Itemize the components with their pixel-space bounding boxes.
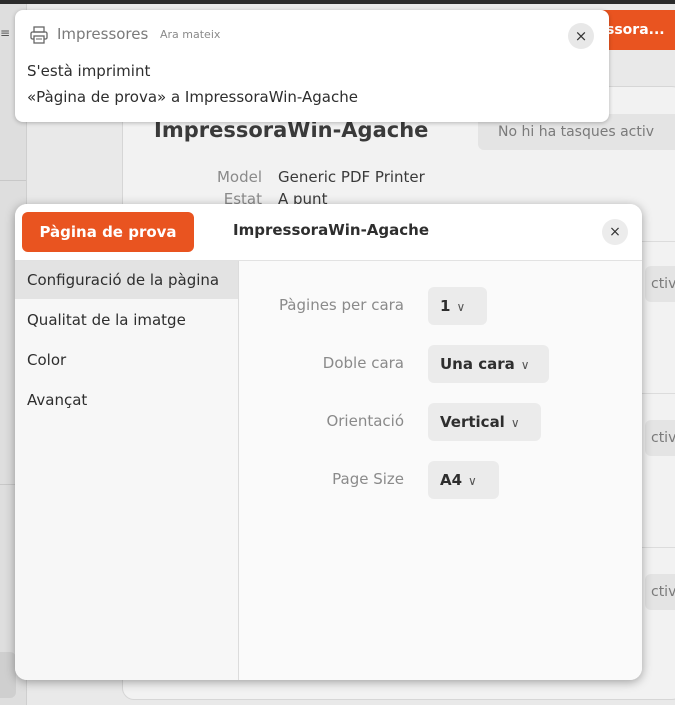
- pages-per-side-label: Pàgines per cara: [278, 296, 404, 314]
- page-size-label: Page Size: [332, 470, 404, 488]
- page-size-dropdown[interactable]: A4 ∨: [428, 461, 499, 499]
- divider: [0, 180, 26, 181]
- chevron-down-icon: ∨: [510, 416, 520, 430]
- close-icon[interactable]: ×: [602, 219, 628, 245]
- notification-banner[interactable]: Impressores Ara mateix × S'està imprimin…: [15, 10, 609, 122]
- model-label: Model: [216, 168, 262, 186]
- dialog-header: Pàgina de prova ImpressoraWin-Agache ×: [15, 204, 642, 261]
- jobs-status-button[interactable]: ctiv: [645, 420, 675, 456]
- menu-icon[interactable]: ≡: [0, 26, 10, 40]
- orientation-dropdown[interactable]: Vertical ∨: [428, 403, 541, 441]
- test-page-button[interactable]: Pàgina de prova: [22, 212, 194, 252]
- notification-title: S'està imprimint: [27, 62, 151, 80]
- dialog-sidebar: Configuració de la pàgina Qualitat de la…: [15, 261, 239, 680]
- orientation-label: Orientació: [326, 412, 404, 430]
- chevron-down-icon: ∨: [520, 358, 530, 372]
- two-sided-dropdown[interactable]: Una cara ∨: [428, 345, 549, 383]
- dialog-title: ImpressoraWin-Agache: [233, 221, 430, 239]
- printer-icon: [30, 26, 48, 44]
- chevron-down-icon: ∨: [456, 300, 466, 314]
- notification-body: «Pàgina de prova» a ImpressoraWin-Agache: [27, 88, 358, 106]
- sidebar-item-page-setup[interactable]: Configuració de la pàgina: [15, 261, 238, 299]
- two-sided-label: Doble cara: [322, 354, 404, 372]
- orientation-value: Vertical: [440, 413, 505, 431]
- jobs-status-button[interactable]: ctiv: [645, 266, 675, 302]
- settings-panel: Pàgines per cara 1 ∨ Doble cara Una cara ∨…: [239, 261, 642, 680]
- pages-per-side-value: 1: [440, 297, 451, 315]
- background-block: [0, 652, 16, 698]
- notification-app-name: Impressores: [57, 25, 149, 43]
- notification-time: Ara mateix: [160, 28, 221, 41]
- top-bar: [0, 0, 675, 4]
- sidebar-item-image-quality[interactable]: Qualitat de la imatge: [15, 301, 238, 339]
- chevron-down-icon: ∨: [468, 474, 477, 488]
- model-value: Generic PDF Printer: [278, 168, 425, 186]
- pages-per-side-dropdown[interactable]: 1 ∨: [428, 287, 487, 325]
- page-size-value: A4: [440, 471, 463, 489]
- sidebar-item-advanced[interactable]: Avançat: [15, 381, 238, 419]
- two-sided-value: Una cara: [440, 355, 515, 373]
- close-icon[interactable]: ×: [568, 23, 594, 49]
- jobs-status-button[interactable]: ctiv: [645, 574, 675, 610]
- sidebar-item-color[interactable]: Color: [15, 341, 238, 379]
- printer-options-dialog: Pàgina de prova ImpressoraWin-Agache × C…: [15, 204, 642, 680]
